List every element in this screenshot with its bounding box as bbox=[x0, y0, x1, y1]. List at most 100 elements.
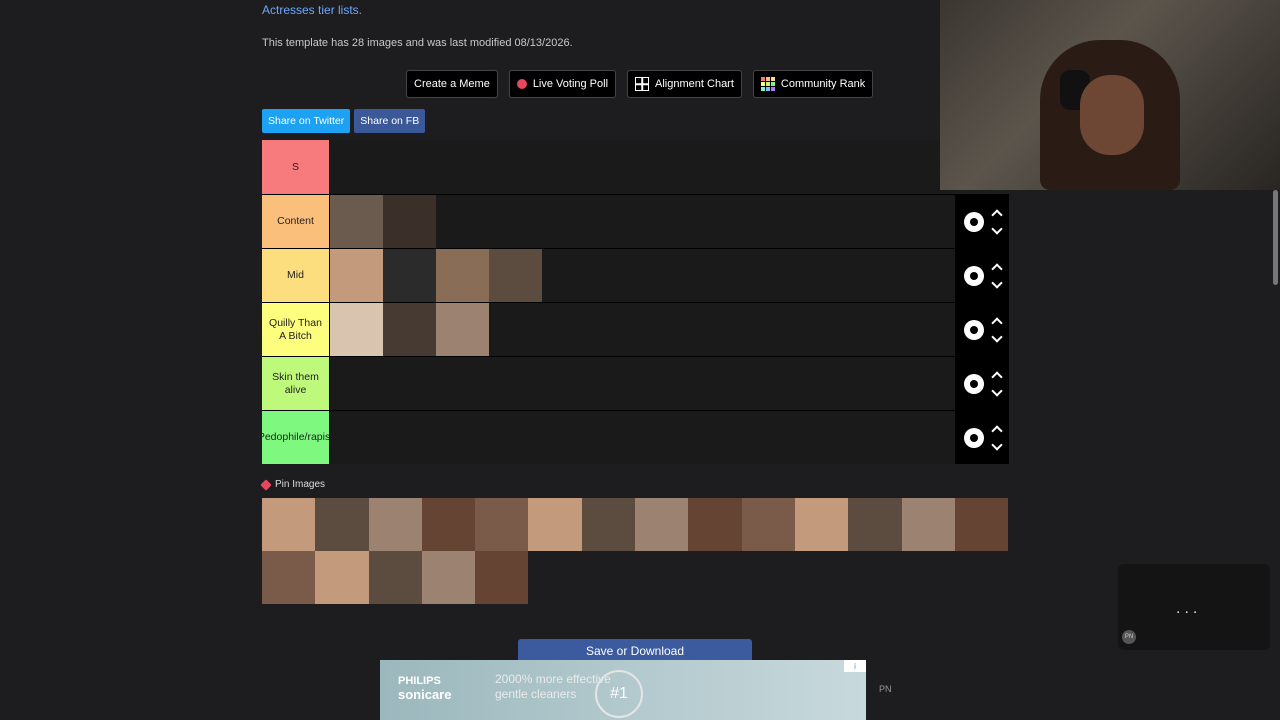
tier-items[interactable] bbox=[329, 303, 955, 356]
pool-image[interactable] bbox=[475, 551, 529, 604]
chevron-up-icon[interactable] bbox=[990, 208, 1003, 221]
gear-icon[interactable] bbox=[963, 211, 984, 232]
share-twitter-button[interactable]: Share on Twitter bbox=[262, 109, 351, 133]
tier-row: Quilly Than A Bitch bbox=[262, 302, 1009, 356]
pool-image[interactable] bbox=[262, 551, 316, 604]
pin-icon bbox=[260, 478, 272, 491]
tier-row: S bbox=[262, 140, 1009, 194]
tier-image[interactable] bbox=[383, 195, 436, 248]
pool-image[interactable] bbox=[901, 498, 955, 551]
tier-image[interactable] bbox=[436, 303, 489, 356]
pool-image[interactable] bbox=[262, 498, 316, 551]
tier-label[interactable]: Quilly Than A Bitch bbox=[262, 303, 329, 356]
tier-items[interactable] bbox=[329, 411, 955, 464]
tier-image[interactable] bbox=[489, 249, 542, 302]
scrollbar-thumb[interactable] bbox=[1273, 190, 1278, 285]
tier-label[interactable]: Content bbox=[262, 195, 329, 248]
tier-image[interactable] bbox=[330, 303, 383, 356]
rank-icon bbox=[760, 77, 775, 91]
breadcrumb-link[interactable]: Actresses tier lists. bbox=[262, 3, 362, 17]
create-meme-label: Create a Meme bbox=[414, 78, 490, 90]
gear-icon[interactable] bbox=[963, 427, 984, 448]
reorder-arrows bbox=[990, 424, 1003, 452]
tier-items[interactable] bbox=[329, 195, 955, 248]
pool-image[interactable] bbox=[688, 498, 742, 551]
ad-brand: PHILIPS sonicare bbox=[398, 675, 451, 701]
chevron-down-icon[interactable] bbox=[990, 384, 1003, 397]
tier-controls bbox=[955, 249, 1009, 302]
pin-images-toggle[interactable]: Pin Images bbox=[260, 478, 325, 491]
tier-items[interactable] bbox=[329, 140, 955, 194]
tier-image[interactable] bbox=[436, 249, 489, 302]
grid-icon bbox=[635, 77, 650, 91]
chevron-up-icon[interactable] bbox=[990, 316, 1003, 329]
share-bar: Share on Twitter Share on FB bbox=[262, 109, 426, 133]
chevron-down-icon[interactable] bbox=[990, 222, 1003, 235]
tier-label[interactable]: Skin them alive bbox=[262, 357, 329, 410]
tier-row: Content bbox=[262, 194, 1009, 248]
gear-icon[interactable] bbox=[963, 265, 984, 286]
community-rank-label: Community Rank bbox=[780, 78, 866, 90]
pool-image[interactable] bbox=[848, 498, 902, 551]
share-facebook-button[interactable]: Share on FB bbox=[354, 109, 426, 133]
pool-image[interactable] bbox=[315, 498, 369, 551]
chevron-up-icon[interactable] bbox=[990, 370, 1003, 383]
reorder-arrows bbox=[990, 262, 1003, 290]
create-meme-button[interactable]: Create a Meme bbox=[406, 70, 498, 98]
chevron-down-icon[interactable] bbox=[990, 330, 1003, 343]
ad-line1: 2000% more effective bbox=[495, 672, 611, 686]
live-voting-label: Live Voting Poll bbox=[532, 78, 609, 90]
pool-image[interactable] bbox=[954, 498, 1009, 551]
community-rank-button[interactable]: Community Rank bbox=[752, 70, 874, 98]
tier-controls bbox=[955, 411, 1009, 464]
ad-choices-icon[interactable]: i bbox=[844, 660, 866, 672]
pool-image[interactable] bbox=[528, 498, 582, 551]
live-voting-poll-button[interactable]: Live Voting Poll bbox=[508, 70, 617, 98]
pool-image[interactable] bbox=[368, 551, 422, 604]
webcam-overlay bbox=[940, 0, 1280, 190]
tier-image[interactable] bbox=[330, 249, 383, 302]
tier-image[interactable] bbox=[330, 195, 383, 248]
reorder-arrows bbox=[990, 316, 1003, 344]
pool-image[interactable] bbox=[368, 498, 422, 551]
pool-image[interactable] bbox=[794, 498, 849, 551]
gear-icon[interactable] bbox=[963, 319, 984, 340]
advertisement-banner[interactable]: PHILIPS sonicare 2000% more effective gent… bbox=[380, 660, 866, 720]
pool-image[interactable] bbox=[741, 498, 795, 551]
chevron-down-icon[interactable] bbox=[990, 276, 1003, 289]
tier-controls bbox=[955, 303, 1009, 356]
tier-row: Skin them alive bbox=[262, 356, 1009, 410]
alignment-chart-button[interactable]: Alignment Chart bbox=[627, 70, 742, 98]
pool-image[interactable] bbox=[475, 498, 529, 551]
more-dots-icon[interactable]: ... bbox=[1176, 600, 1201, 618]
tier-controls bbox=[955, 195, 1009, 248]
chevron-down-icon[interactable] bbox=[990, 438, 1003, 451]
pn-label: PN bbox=[879, 684, 892, 694]
record-dot-icon bbox=[516, 79, 527, 89]
tier-label[interactable]: Mid bbox=[262, 249, 329, 302]
pool-image[interactable] bbox=[421, 551, 476, 604]
chevron-up-icon[interactable] bbox=[990, 262, 1003, 275]
pool-image[interactable] bbox=[581, 498, 636, 551]
pool-image[interactable] bbox=[421, 498, 476, 551]
alignment-chart-label: Alignment Chart bbox=[655, 78, 734, 90]
tier-label[interactable]: Pedophile/rapist bbox=[258, 411, 333, 464]
template-info: This template has 28 images and was last… bbox=[262, 37, 573, 49]
tier-label[interactable]: S bbox=[262, 140, 329, 194]
pool-image[interactable] bbox=[315, 551, 369, 604]
tier-image[interactable] bbox=[383, 303, 436, 356]
tier-items[interactable] bbox=[329, 249, 955, 302]
ad-badge-icon: #1 bbox=[595, 670, 643, 718]
pool-image[interactable] bbox=[635, 498, 689, 551]
ad-brand-bottom: sonicare bbox=[398, 687, 452, 702]
floating-panel[interactable]: ... PN bbox=[1118, 564, 1270, 650]
tier-image[interactable] bbox=[383, 249, 436, 302]
toolbar: Create a Meme Live Voting Poll Alignment… bbox=[406, 70, 874, 98]
gear-icon[interactable] bbox=[963, 373, 984, 394]
image-pool bbox=[262, 498, 1009, 604]
chevron-up-icon[interactable] bbox=[990, 424, 1003, 437]
ad-line2: gentle cleaners bbox=[495, 687, 577, 701]
reorder-arrows bbox=[990, 208, 1003, 236]
tier-items[interactable] bbox=[329, 357, 955, 410]
tier-row: Mid bbox=[262, 248, 1009, 302]
